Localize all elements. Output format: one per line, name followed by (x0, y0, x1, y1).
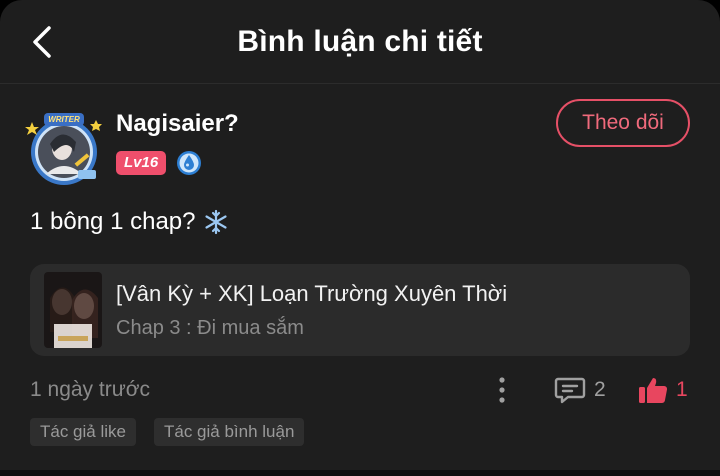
tag-author-like: Tác giả like (30, 418, 136, 446)
snowflake-icon (205, 209, 228, 235)
thumbs-up-icon (639, 378, 668, 403)
avatar[interactable]: WRITER (24, 108, 104, 188)
header: Bình luận chi tiết (0, 0, 720, 84)
avatar-badge-label: WRITER (48, 115, 80, 124)
like-button[interactable]: 1 (638, 376, 688, 404)
chevron-left-icon (33, 26, 51, 58)
story-title: [Vân Kỳ + XK] Loạn Trường Xuyên Thời (116, 280, 508, 306)
like-count: 1 (676, 378, 688, 401)
rank-drop-icon (177, 151, 202, 175)
back-button[interactable] (24, 22, 60, 62)
comment-text: 1 bông 1 chap? (30, 208, 196, 235)
page-title: Bình luận chi tiết (237, 24, 483, 58)
comment-body: 1 bông 1 chap? (30, 208, 229, 236)
tag-author-comment: Tác giả bình luận (153, 418, 305, 446)
comment-meta-row: 1 ngày trước 2 1 (30, 376, 690, 404)
comment-icon (554, 377, 586, 404)
follow-button[interactable]: Theo dõi (556, 99, 690, 147)
story-chapter: Chap 3 : Đi mua sắm (116, 316, 304, 339)
comment-detail-screen: Bình luận chi tiết WRITER Nagisaier? Lv1… (0, 0, 720, 476)
more-options-button[interactable] (492, 376, 512, 404)
comment-time: 1 ngày trước (30, 378, 151, 401)
story-card[interactable]: [Vân Kỳ + XK] Loạn Trường Xuyên Thời Cha… (30, 264, 690, 356)
story-cover (44, 272, 102, 348)
reply-button[interactable]: 2 (554, 376, 606, 404)
comment-count: 2 (594, 378, 606, 401)
story-info: [Vân Kỳ + XK] Loạn Trường Xuyên Thời Cha… (116, 281, 507, 340)
more-vertical-icon (499, 377, 505, 403)
author-row: WRITER Nagisaier? Lv16 (24, 108, 239, 188)
author-info: Nagisaier? Lv16 (116, 108, 239, 188)
author-badges: Lv16 (116, 150, 239, 176)
author-tags: Tác giả like Tác giả bình luận (30, 418, 305, 446)
author-name[interactable]: Nagisaier? (116, 110, 239, 138)
bottom-divider (0, 470, 720, 476)
level-badge: Lv16 (116, 151, 167, 175)
